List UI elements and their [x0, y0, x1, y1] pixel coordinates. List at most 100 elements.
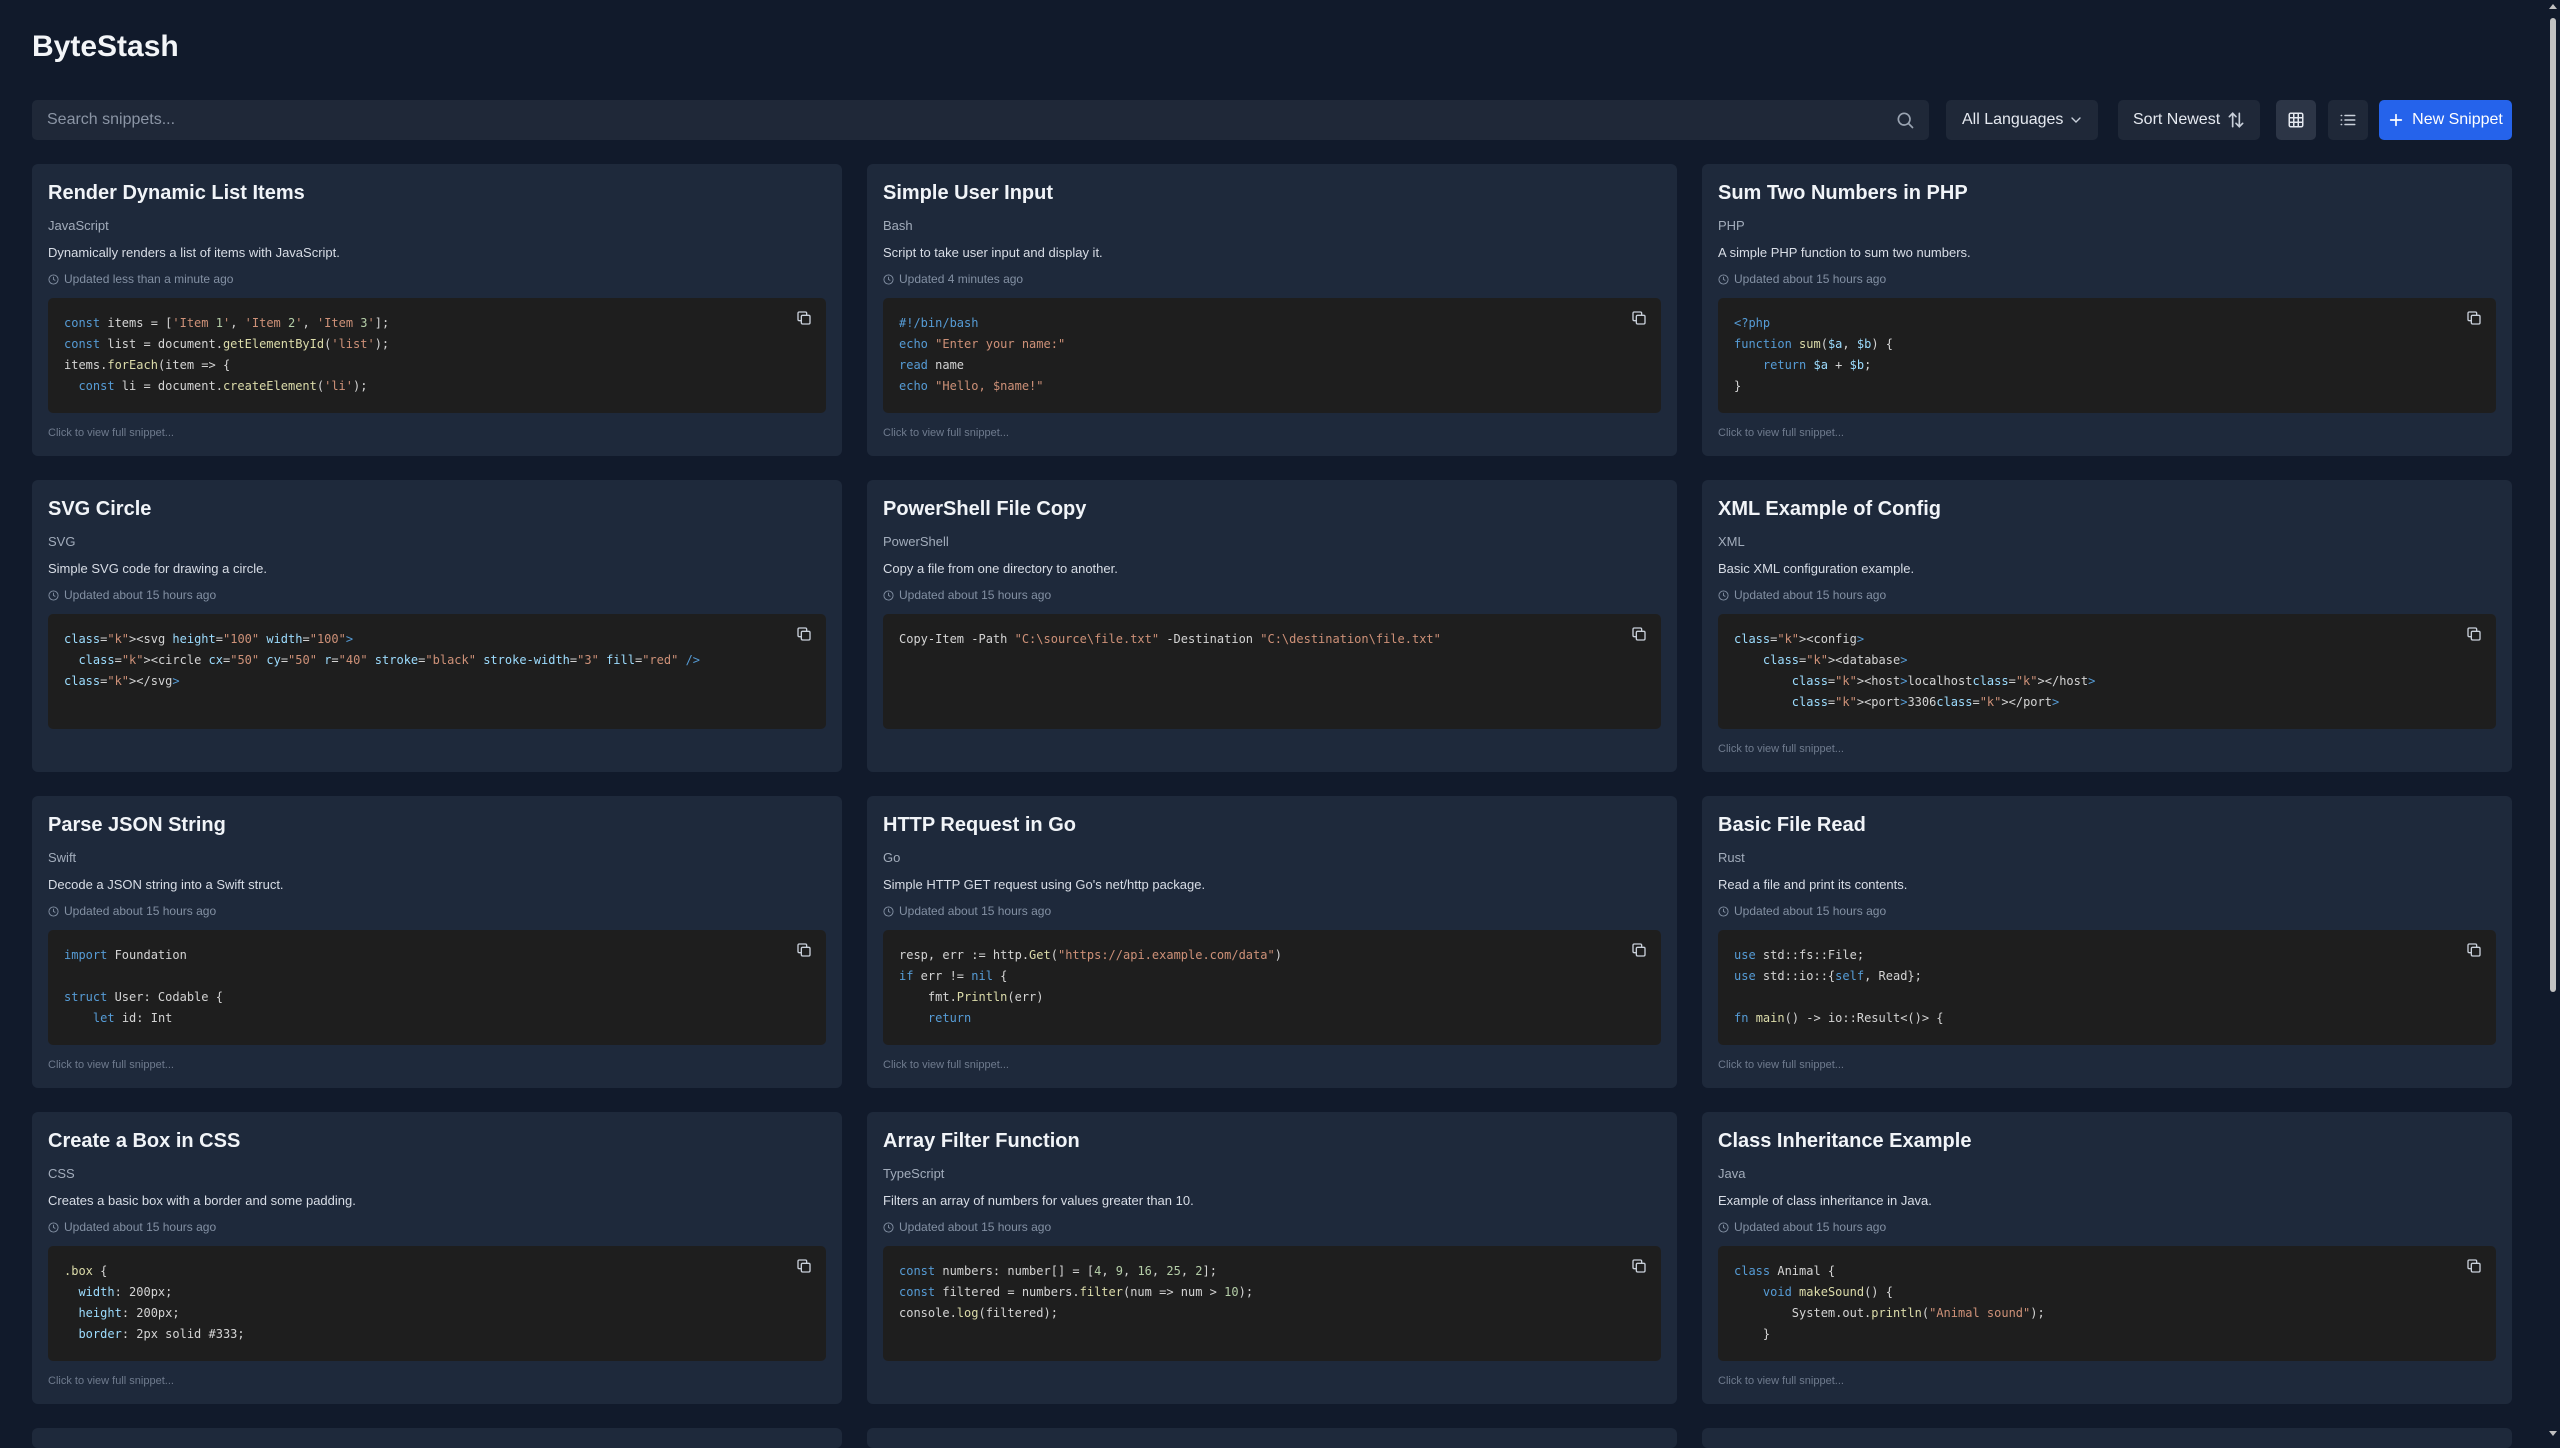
clock-icon [883, 905, 894, 917]
copy-button[interactable] [1627, 938, 1651, 962]
snippet-card[interactable]: XML Example of Config XML Basic XML conf… [1702, 480, 2512, 772]
view-full-snippet-link[interactable]: Click to view full snippet... [1718, 1059, 1844, 1071]
snippet-card[interactable]: HTTP Request in Go Go Simple HTTP GET re… [867, 796, 1677, 1088]
copy-button[interactable] [2462, 622, 2486, 646]
snippet-title: Render Dynamic List Items [48, 182, 305, 204]
snippet-card-partial[interactable] [1702, 1428, 2512, 1448]
snippet-card[interactable]: Class Inheritance Example Java Example o… [1702, 1112, 2512, 1404]
snippet-card[interactable]: Array Filter Function TypeScript Filters… [867, 1112, 1677, 1404]
code-preview: use std::fs::File; use std::io::{self, R… [1718, 930, 2496, 1045]
language-filter-label: All Languages [1962, 111, 2064, 128]
snippet-card[interactable]: PowerShell File Copy PowerShell Copy a f… [867, 480, 1677, 772]
code-text: use std::fs::File; use std::io::{self, R… [1734, 948, 1944, 1025]
copy-button[interactable] [2462, 306, 2486, 330]
snippet-updated: Updated 4 minutes ago [883, 272, 1023, 286]
snippet-updated-text: Updated about 15 hours ago [1734, 588, 1887, 602]
copy-button[interactable] [792, 622, 816, 646]
snippet-title: XML Example of Config [1718, 498, 1941, 520]
chevron-down-icon [2071, 117, 2081, 123]
code-preview: .box { width: 200px; height: 200px; bord… [48, 1246, 826, 1361]
copy-icon [2467, 1259, 2481, 1273]
snippet-description: Example of class inheritance in Java. [1718, 1193, 1932, 1208]
sort-arrows-icon [2228, 112, 2244, 128]
code-preview: resp, err := http.Get("https://api.examp… [883, 930, 1661, 1045]
app-title: ByteStash [32, 30, 179, 63]
snippet-card[interactable]: SVG Circle SVG Simple SVG code for drawi… [32, 480, 842, 772]
new-snippet-button[interactable]: New Snippet [2379, 100, 2512, 140]
snippet-updated: Updated about 15 hours ago [883, 904, 1051, 918]
copy-icon [797, 311, 811, 325]
snippet-updated: Updated about 15 hours ago [1718, 272, 1886, 286]
view-full-snippet-link[interactable]: Click to view full snippet... [48, 1059, 174, 1071]
copy-button[interactable] [2462, 1254, 2486, 1278]
snippet-card[interactable]: Sum Two Numbers in PHP PHP A simple PHP … [1702, 164, 2512, 456]
view-full-snippet-link[interactable]: Click to view full snippet... [48, 1375, 174, 1387]
snippet-card[interactable]: Basic File Read Rust Read a file and pri… [1702, 796, 2512, 1088]
snippet-title: Parse JSON String [48, 814, 226, 836]
snippet-language: Bash [883, 218, 913, 233]
snippet-description: Creates a basic box with a border and so… [48, 1193, 356, 1208]
copy-button[interactable] [1627, 622, 1651, 646]
scroll-down-arrow-icon[interactable] [2549, 1431, 2557, 1436]
code-preview: class Animal { void makeSound() { System… [1718, 1246, 2496, 1361]
copy-icon [797, 943, 811, 957]
view-full-snippet-link[interactable]: Click to view full snippet... [883, 1059, 1009, 1071]
vertical-scrollbar[interactable] [2546, 0, 2560, 1440]
code-text: #!/bin/bash echo "Enter your name:" read… [899, 316, 1066, 393]
grid-view-button[interactable] [2276, 100, 2316, 140]
snippet-card[interactable]: Simple User Input Bash Script to take us… [867, 164, 1677, 456]
code-text: class="k"><config> class="k"><database> … [1734, 632, 2096, 709]
copy-button[interactable] [1627, 306, 1651, 330]
snippet-updated: Updated about 15 hours ago [1718, 1220, 1886, 1234]
snippet-updated-text: Updated about 15 hours ago [64, 904, 217, 918]
code-text: class="k"><svg height="100" width="100">… [64, 632, 701, 688]
snippet-updated-text: Updated about 15 hours ago [64, 588, 217, 602]
toolbar: All Languages Sort Newest New Snippet [32, 100, 2512, 140]
language-filter-select[interactable]: All Languages [1946, 100, 2098, 140]
code-text: import Foundation struct User: Codable {… [64, 948, 223, 1025]
search-input[interactable] [32, 100, 1872, 140]
code-preview: const items = ['Item 1', 'Item 2', 'Item… [48, 298, 826, 413]
code-text: resp, err := http.Get("https://api.examp… [899, 948, 1282, 1025]
snippet-updated-text: Updated about 15 hours ago [899, 588, 1052, 602]
copy-icon [1632, 627, 1646, 641]
copy-icon [1632, 943, 1646, 957]
snippet-updated: Updated about 15 hours ago [1718, 588, 1886, 602]
sort-label: Sort Newest [2133, 111, 2221, 128]
scroll-up-arrow-icon[interactable] [2549, 4, 2557, 9]
copy-button[interactable] [2462, 938, 2486, 962]
copy-button[interactable] [792, 1254, 816, 1278]
snippet-updated: Updated about 15 hours ago [883, 1220, 1051, 1234]
view-full-snippet-link[interactable]: Click to view full snippet... [883, 427, 1009, 439]
snippet-card[interactable]: Parse JSON String Swift Decode a JSON st… [32, 796, 842, 1088]
snippet-language: JavaScript [48, 218, 109, 233]
grid-icon [2288, 112, 2304, 128]
copy-button[interactable] [1627, 1254, 1651, 1278]
search-box[interactable] [32, 100, 1929, 140]
sort-select[interactable]: Sort Newest [2118, 100, 2260, 140]
list-view-button[interactable] [2328, 100, 2368, 140]
copy-button[interactable] [792, 938, 816, 962]
snippet-description: Simple HTTP GET request using Go's net/h… [883, 877, 1206, 892]
snippet-card[interactable]: Create a Box in CSS CSS Creates a basic … [32, 1112, 842, 1404]
snippet-updated-text: Updated about 15 hours ago [899, 1220, 1052, 1234]
view-full-snippet-link[interactable]: Click to view full snippet... [1718, 743, 1844, 755]
copy-button[interactable] [792, 306, 816, 330]
snippet-title: PowerShell File Copy [883, 498, 1087, 520]
view-full-snippet-link[interactable]: Click to view full snippet... [1718, 1375, 1844, 1387]
snippet-card-partial[interactable] [32, 1428, 842, 1448]
view-full-snippet-link[interactable]: Click to view full snippet... [1718, 427, 1844, 439]
search-icon[interactable] [1895, 110, 1915, 130]
copy-icon [2467, 311, 2481, 325]
code-preview: class="k"><svg height="100" width="100">… [48, 614, 826, 729]
scrollbar-thumb[interactable] [2550, 18, 2556, 992]
code-text: Copy-Item -Path "C:\source\file.txt" -De… [899, 632, 1441, 646]
clock-icon [1718, 905, 1729, 917]
snippet-updated: Updated about 15 hours ago [1718, 904, 1886, 918]
snippet-card-partial[interactable] [867, 1428, 1677, 1448]
snippet-card[interactable]: Render Dynamic List Items JavaScript Dyn… [32, 164, 842, 456]
code-text: const items = ['Item 1', 'Item 2', 'Item… [64, 316, 390, 393]
view-full-snippet-link[interactable]: Click to view full snippet... [48, 427, 174, 439]
snippet-description: A simple PHP function to sum two numbers… [1718, 245, 1971, 260]
snippet-language: Swift [48, 850, 77, 865]
